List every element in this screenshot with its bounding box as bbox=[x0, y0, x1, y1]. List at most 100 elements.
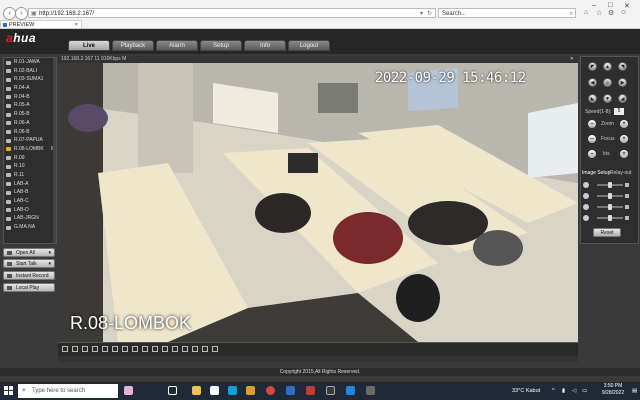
network-icon[interactable]: ▮ bbox=[562, 388, 565, 394]
focus-plus-button[interactable]: + bbox=[620, 135, 628, 143]
saturation-slider[interactable] bbox=[597, 204, 623, 210]
focus-minus-button[interactable]: – bbox=[588, 135, 596, 143]
address-bar[interactable]: ▣ http://192.168.2.167/ ▾ ↻ bbox=[28, 8, 436, 18]
split-1-icon[interactable] bbox=[72, 346, 78, 352]
tab-alarm[interactable]: Alarm bbox=[156, 40, 198, 51]
weather-text[interactable]: 33°C Kabut bbox=[512, 388, 540, 394]
speed-select[interactable]: 5 bbox=[614, 108, 624, 115]
channel-item[interactable]: LAB-A bbox=[4, 180, 56, 189]
channel-item[interactable]: R.05-A bbox=[4, 101, 56, 110]
volume-icon[interactable]: ◁ bbox=[572, 388, 576, 394]
cortana-image-icon[interactable] bbox=[124, 386, 133, 395]
original-size-icon[interactable] bbox=[162, 346, 168, 352]
search-icon[interactable]: ⌕ bbox=[570, 9, 573, 19]
app-gray-icon[interactable] bbox=[366, 386, 375, 395]
video-close-icon[interactable]: ✕ bbox=[570, 56, 574, 63]
channel-scrollbar[interactable] bbox=[53, 58, 56, 243]
ptz-down-right-icon[interactable]: ◢ bbox=[618, 94, 627, 103]
chevron-down-icon[interactable]: ▾ bbox=[48, 260, 51, 269]
split-9-icon[interactable] bbox=[92, 346, 98, 352]
refresh-icon[interactable]: ↻ bbox=[427, 9, 432, 19]
channel-item[interactable]: LAB-JRGN bbox=[4, 214, 56, 223]
channel-item[interactable]: R.05-B bbox=[4, 110, 56, 119]
maximize-icon[interactable]: □ bbox=[608, 2, 612, 9]
fluency-icon[interactable] bbox=[172, 346, 178, 352]
quality-icon[interactable] bbox=[182, 346, 188, 352]
battery-icon[interactable]: ▭ bbox=[582, 388, 587, 394]
ptz-up-icon[interactable]: ▲ bbox=[603, 62, 612, 71]
taskbar-clock[interactable]: 3:50 PM 9/28/2022 bbox=[596, 383, 630, 397]
zoom-plus-button[interactable]: + bbox=[620, 120, 628, 128]
instant-record-button[interactable]: Instant Record bbox=[3, 271, 55, 280]
channel-item[interactable]: R.11 bbox=[4, 171, 56, 180]
fullscreen-icon[interactable] bbox=[62, 346, 68, 352]
ptz-down-icon[interactable]: ▼ bbox=[603, 94, 612, 103]
start-talk-button[interactable]: Start Talk ▾ bbox=[3, 259, 55, 268]
settings-icon[interactable]: ⚙ bbox=[608, 9, 614, 17]
channel-item[interactable]: LAB-B bbox=[4, 188, 56, 197]
prev-page-icon[interactable] bbox=[192, 346, 198, 352]
file-explorer-icon[interactable] bbox=[192, 386, 201, 395]
local-play-button[interactable]: Local Play bbox=[3, 283, 55, 292]
tab-close-icon[interactable]: × bbox=[75, 21, 78, 29]
image-setup-tab[interactable]: Image Setup bbox=[582, 170, 610, 176]
folder-icon[interactable] bbox=[246, 386, 255, 395]
tab-info[interactable]: Info bbox=[244, 40, 286, 51]
forward-icon[interactable]: › bbox=[15, 7, 28, 20]
open-all-button[interactable]: Open All ▾ bbox=[3, 248, 55, 257]
ie-icon[interactable] bbox=[286, 386, 295, 395]
contrast-slider[interactable] bbox=[597, 193, 623, 199]
video-progress-bar[interactable] bbox=[58, 356, 578, 362]
record-icon[interactable] bbox=[122, 346, 128, 352]
edge-icon[interactable] bbox=[228, 386, 237, 395]
chrome-icon[interactable] bbox=[266, 386, 275, 395]
channel-item[interactable]: G.MA.NA bbox=[4, 223, 56, 232]
relay-out-tab[interactable]: Relay-out bbox=[610, 170, 631, 176]
ptz-up-right-icon[interactable]: ◥ bbox=[618, 62, 627, 71]
iris-minus-button[interactable]: – bbox=[588, 150, 596, 158]
channel-item[interactable]: R.04-B bbox=[4, 93, 56, 102]
tab-live[interactable]: Live bbox=[68, 40, 110, 51]
channel-item[interactable]: R.06-B bbox=[4, 128, 56, 137]
channel-item[interactable]: R.06-A bbox=[4, 119, 56, 128]
close-window-icon[interactable]: ✕ bbox=[624, 2, 630, 10]
snapshot-icon[interactable] bbox=[112, 346, 118, 352]
app-dark-icon[interactable] bbox=[326, 386, 335, 395]
channel-item[interactable]: R.07-PAPUA bbox=[4, 136, 56, 145]
channel-item[interactable]: LAB-D bbox=[4, 206, 56, 215]
windows-start-icon[interactable] bbox=[4, 386, 14, 396]
channel-item[interactable]: R.08-LOMBKM bbox=[4, 145, 56, 154]
reset-button[interactable]: Reset bbox=[593, 228, 621, 237]
iris-plus-button[interactable]: + bbox=[620, 150, 628, 158]
tab-logout[interactable]: Logout bbox=[288, 40, 330, 51]
ptz-left-icon[interactable]: ◀ bbox=[588, 78, 597, 87]
notification-icon[interactable]: ▤ bbox=[632, 388, 637, 394]
dropdown-icon[interactable]: ▾ bbox=[420, 9, 423, 19]
minimize-icon[interactable]: – bbox=[592, 2, 596, 9]
channel-item[interactable]: R.04-A bbox=[4, 84, 56, 93]
zoom-minus-button[interactable]: – bbox=[588, 120, 596, 128]
ptz-right-icon[interactable]: ▶ bbox=[618, 78, 627, 87]
smart-track-icon[interactable] bbox=[212, 346, 218, 352]
stretch-icon[interactable] bbox=[152, 346, 158, 352]
browser-search-input[interactable]: Search... ⌕ bbox=[438, 8, 576, 18]
task-view-icon[interactable] bbox=[168, 386, 177, 395]
split-16-icon[interactable] bbox=[102, 346, 108, 352]
chevron-down-icon[interactable]: ▾ bbox=[48, 249, 51, 258]
ptz-down-left-icon[interactable]: ◣ bbox=[588, 94, 597, 103]
channel-item[interactable]: LAB-C bbox=[4, 197, 56, 206]
app-red-icon[interactable] bbox=[306, 386, 315, 395]
ptz-center-icon[interactable]: ◎ bbox=[603, 78, 612, 87]
tab-playback[interactable]: Playback bbox=[112, 40, 154, 51]
app-blue-icon[interactable] bbox=[346, 386, 355, 395]
taskbar-search-input[interactable]: ⌕ Type here to search bbox=[18, 384, 118, 398]
split-4-icon[interactable] bbox=[82, 346, 88, 352]
favorites-icon[interactable]: ☆ bbox=[596, 9, 602, 17]
hue-slider[interactable] bbox=[597, 215, 623, 221]
browser-tab[interactable]: PREVIEW × bbox=[0, 20, 82, 28]
zoom-icon[interactable] bbox=[142, 346, 148, 352]
channel-item[interactable]: R.09 bbox=[4, 154, 56, 163]
smiley-icon[interactable]: ☺ bbox=[620, 9, 627, 16]
channel-item[interactable]: R.03-SUMA1 bbox=[4, 75, 56, 84]
ptz-up-left-icon[interactable]: ◤ bbox=[588, 62, 597, 71]
